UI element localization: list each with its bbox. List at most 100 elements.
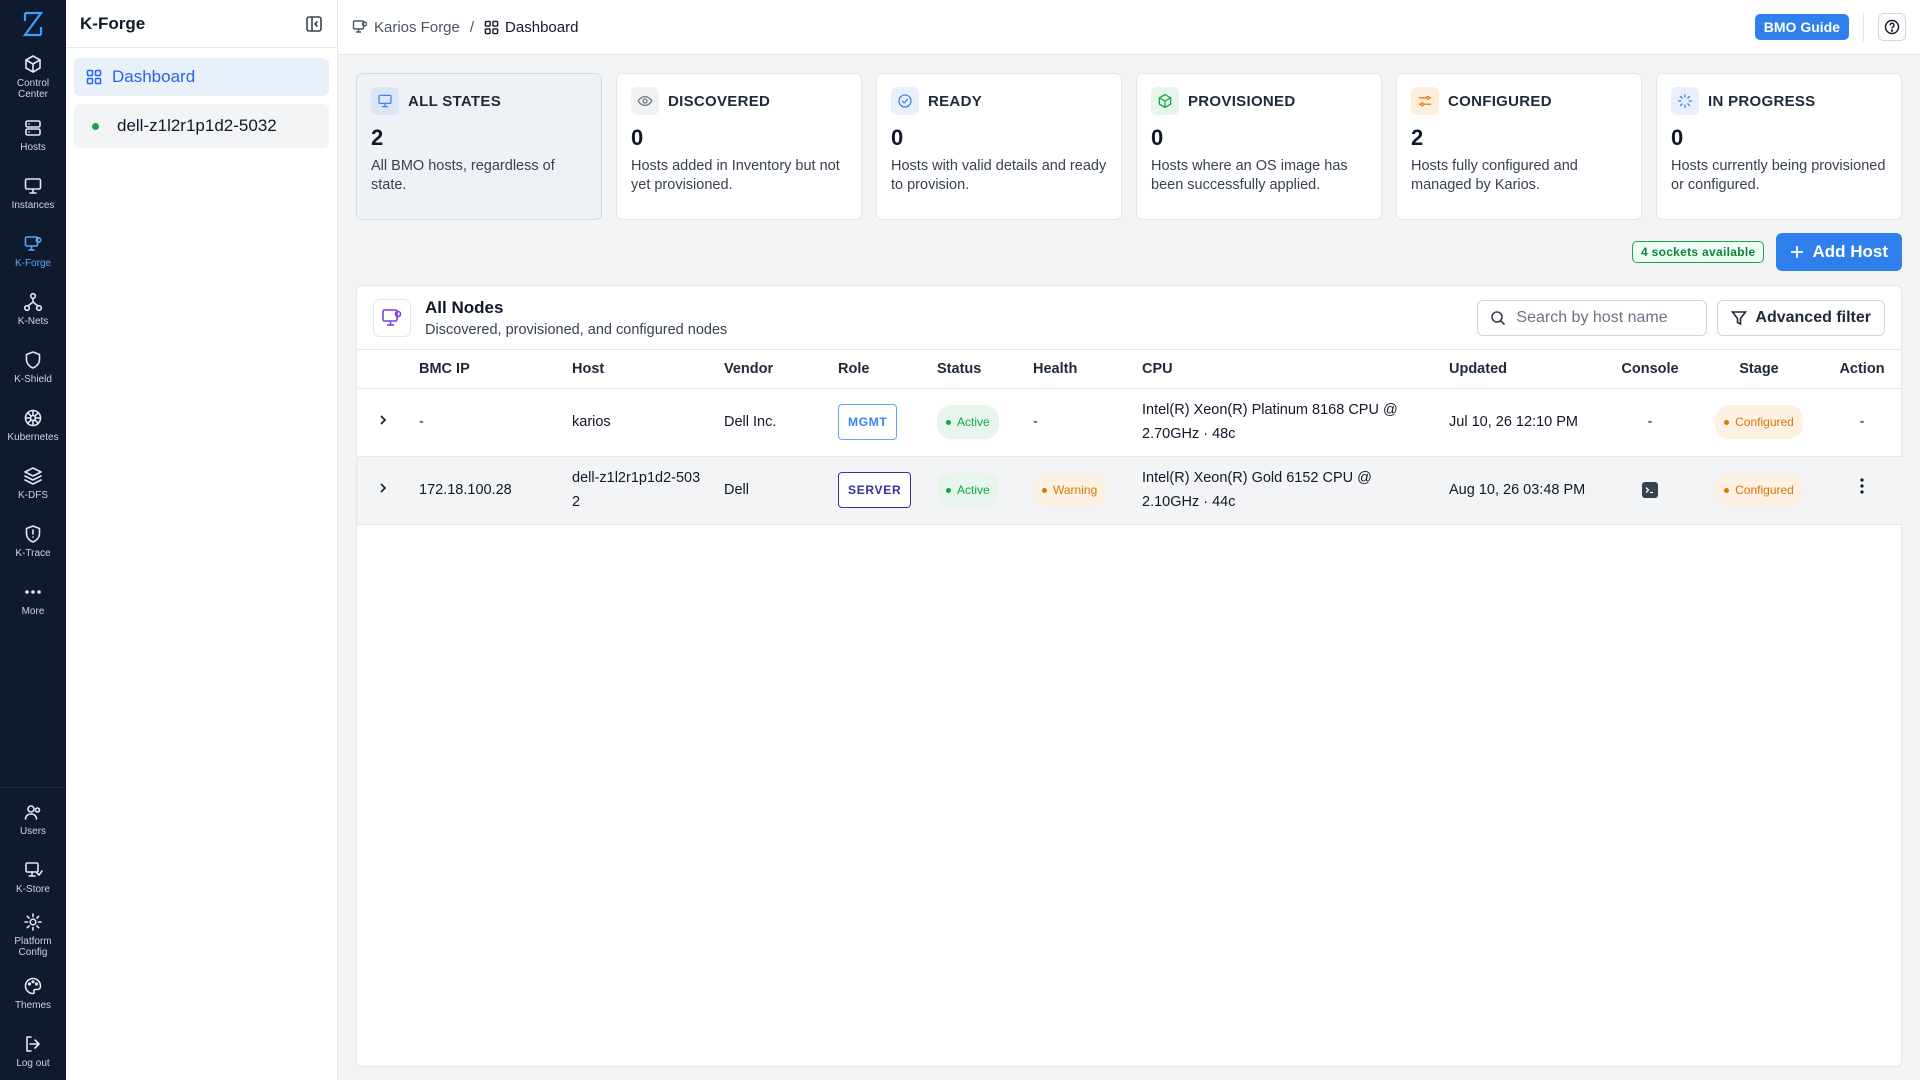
column-header-vendor: Vendor <box>716 350 830 389</box>
rail-item-log-out[interactable]: Log out <box>0 1022 66 1080</box>
action-text: - <box>1859 414 1865 430</box>
rail-item-k-shield[interactable]: K-Shield <box>0 338 66 396</box>
forge-icon <box>352 19 368 35</box>
box-icon <box>1151 87 1179 115</box>
collapse-sidebar-icon[interactable] <box>305 15 323 33</box>
search-box[interactable] <box>1477 299 1708 336</box>
rail-item-control-center[interactable]: Control Center <box>0 48 66 106</box>
gear-icon <box>23 912 43 932</box>
sidebar-item-host[interactable]: dell-z1l2r1p1d2-5032 <box>74 104 329 148</box>
rail-item-platform-config[interactable]: Platform Config <box>0 906 66 964</box>
card-count: 2 <box>1411 125 1424 150</box>
divider <box>1863 12 1864 42</box>
server-icon <box>23 118 43 138</box>
column-header-updated: Updated <box>1441 350 1603 389</box>
add-host-button[interactable]: Add Host <box>1776 233 1902 271</box>
rail-item-label: Log out <box>16 1057 50 1069</box>
rail-item-label: K-Forge <box>14 257 52 269</box>
state-card-in-progress[interactable]: IN PROGRESS 0 Hosts currently being provis… <box>1656 73 1902 220</box>
stage-text: Configured <box>1735 483 1794 497</box>
palette-icon <box>23 976 43 996</box>
main-content: ALL STATES 2 All BMO hosts, regardless of … <box>338 55 1920 1080</box>
rail-item-k-trace[interactable]: K-Trace <box>0 512 66 570</box>
secondary-sidebar: K-Forge Dashboard dell-z1l2r1p1d2-5032 <box>66 0 338 1080</box>
network-icon <box>23 292 43 312</box>
eye-icon <box>631 87 659 115</box>
rail-item-label: Users <box>19 825 47 837</box>
rail-item-themes[interactable]: Themes <box>0 964 66 1022</box>
updated-cell: Aug 10, 26 03:48 PM <box>1441 456 1603 525</box>
status-text: Active <box>957 415 990 429</box>
status-badge: Active <box>937 405 999 439</box>
column-header-action: Action <box>1821 350 1903 389</box>
state-card-ready[interactable]: READY 0 Hosts with valid details and ready… <box>876 73 1122 220</box>
card-title: CONFIGURED <box>1448 92 1552 110</box>
card-description: Hosts with valid details and ready to pr… <box>891 158 1107 193</box>
logout-icon <box>23 1034 43 1054</box>
updated-cell: Jul 10, 26 12:10 PM <box>1441 388 1603 457</box>
rail-item-k-forge[interactable]: K-Forge <box>0 222 66 280</box>
grid-icon <box>86 69 102 85</box>
panel-subtitle: Discovered, provisioned, and configured … <box>425 321 728 338</box>
search-input[interactable] <box>1516 308 1687 327</box>
expand-row-icon[interactable] <box>377 482 389 494</box>
host-cell[interactable]: karios <box>564 388 716 457</box>
bmo-guide-button[interactable]: BMO Guide <box>1754 14 1849 40</box>
card-title: IN PROGRESS <box>1708 92 1816 110</box>
role-badge: SERVER <box>838 472 912 508</box>
kebab-menu-icon[interactable] <box>1860 478 1864 494</box>
rail-item-label: Kubernetes <box>7 431 59 443</box>
terminal-icon[interactable] <box>1642 482 1658 498</box>
state-card-provisioned[interactable]: PROVISIONED 0 Hosts where an OS image has … <box>1136 73 1382 220</box>
column-header-expand <box>357 350 411 389</box>
loader-icon <box>1671 87 1699 115</box>
app-rail: Control Center Hosts Instances K-Forge K-Net… <box>0 0 66 1080</box>
state-card-all-states[interactable]: ALL STATES 2 All BMO hosts, regardless of … <box>356 73 602 220</box>
state-card-configured[interactable]: CONFIGURED 2 Hosts fully configured and ma… <box>1396 73 1642 220</box>
rail-item-users[interactable]: Users <box>0 790 66 848</box>
monitor-icon <box>371 87 399 115</box>
online-status-dot <box>92 122 99 130</box>
helm-icon <box>23 408 43 428</box>
rail-item-k-nets[interactable]: K-Nets <box>0 280 66 338</box>
table-row[interactable]: 172.18.100.28 dell-z1l2r1p1d2-5032 Dell SER… <box>357 456 1903 525</box>
status-badge: Active <box>937 473 999 507</box>
expand-row-icon[interactable] <box>377 414 389 426</box>
host-cell[interactable]: dell-z1l2r1p1d2-5032 <box>564 456 716 525</box>
bmc-ip-cell: - <box>411 388 564 457</box>
column-header-cpu: CPU <box>1134 350 1441 389</box>
advanced-filter-button[interactable]: Advanced filter <box>1717 299 1885 336</box>
rail-item-hosts[interactable]: Hosts <box>0 106 66 164</box>
status-text: Active <box>957 483 990 497</box>
vendor-cell: Dell <box>716 456 830 525</box>
stage-badge: Configured <box>1715 473 1803 507</box>
rail-item-label: K-DFS <box>18 489 48 501</box>
forge-icon <box>23 234 43 254</box>
table-row[interactable]: - karios Dell Inc. MGMT Active - Intel(R) Xeon… <box>357 388 1903 457</box>
card-description: Hosts added in Inventory but not yet pro… <box>631 158 840 193</box>
rail-item-instances[interactable]: Instances <box>0 164 66 222</box>
breadcrumb-root[interactable]: Karios Forge <box>374 19 460 36</box>
trace-shield-icon <box>23 524 43 544</box>
vendor-cell: Dell Inc. <box>716 388 830 457</box>
rail-item-more[interactable]: More <box>0 570 66 628</box>
rail-item-label: Instances <box>11 199 55 211</box>
card-count: 0 <box>631 125 644 150</box>
layers-icon <box>23 466 43 486</box>
card-description: Hosts currently being provisioned or con… <box>1671 158 1886 193</box>
state-cards: ALL STATES 2 All BMO hosts, regardless of … <box>356 73 1902 220</box>
cube-icon <box>23 54 43 74</box>
state-card-discovered[interactable]: DISCOVERED 0 Hosts added in Inventory but … <box>616 73 862 220</box>
karios-logo[interactable] <box>0 0 66 48</box>
rail-item-label: K-Store <box>16 883 50 895</box>
rail-item-label: K-Trace <box>15 547 51 559</box>
rail-item-label: K-Nets <box>17 315 49 327</box>
rail-item-label: K-Shield <box>14 373 52 385</box>
sidebar-item-dashboard[interactable]: Dashboard <box>74 58 329 96</box>
rail-item-k-dfs[interactable]: K-DFS <box>0 454 66 512</box>
help-button[interactable] <box>1878 13 1906 41</box>
all-nodes-panel: All Nodes Discovered, provisioned, and c… <box>356 285 1903 1067</box>
rail-item-k-store[interactable]: K-Store <box>0 848 66 906</box>
rail-item-kubernetes[interactable]: Kubernetes <box>0 396 66 454</box>
sidebar-item-label: dell-z1l2r1p1d2-5032 <box>117 116 277 135</box>
